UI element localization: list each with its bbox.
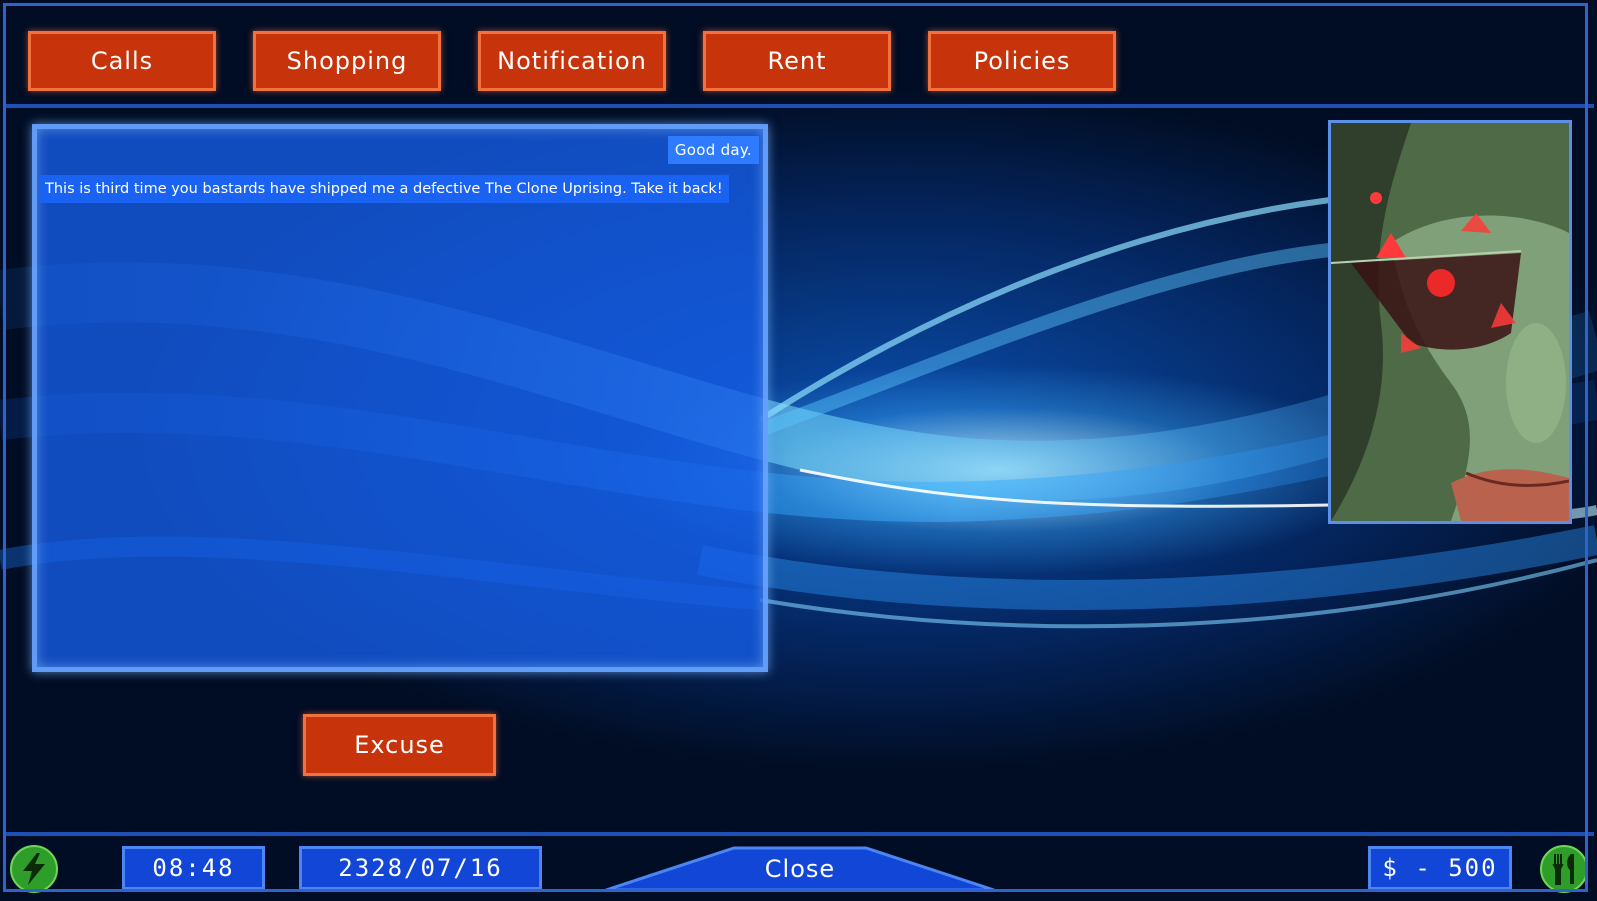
greeting-bubble: Good day. bbox=[667, 136, 759, 164]
game-screen: Calls Shopping Notification Rent Policie… bbox=[0, 0, 1597, 901]
top-divider bbox=[3, 104, 1594, 108]
tab-calls[interactable]: Calls bbox=[28, 31, 216, 91]
date-display: 2328/07/16 bbox=[299, 846, 542, 890]
close-button[interactable] bbox=[604, 846, 996, 892]
clock-display: 08:48 bbox=[122, 846, 265, 890]
lightning-icon bbox=[23, 853, 45, 885]
caller-message: This is third time you bastards have shi… bbox=[39, 175, 729, 203]
tab-policies[interactable]: Policies bbox=[928, 31, 1116, 91]
tab-shopping[interactable]: Shopping bbox=[253, 31, 441, 91]
money-display: $ - 500 bbox=[1368, 846, 1512, 890]
energy-button[interactable] bbox=[10, 845, 58, 893]
excuse-button[interactable]: Excuse bbox=[303, 714, 496, 776]
portrait-image bbox=[1331, 123, 1569, 521]
fork-knife-icon bbox=[1552, 854, 1574, 885]
food-button[interactable] bbox=[1540, 845, 1588, 893]
caller-portrait bbox=[1328, 120, 1572, 524]
message-panel: Good day. This is third time you bastard… bbox=[32, 124, 768, 672]
tab-rent[interactable]: Rent bbox=[703, 31, 891, 91]
bottom-divider bbox=[3, 832, 1594, 836]
tab-notification[interactable]: Notification bbox=[478, 31, 666, 91]
